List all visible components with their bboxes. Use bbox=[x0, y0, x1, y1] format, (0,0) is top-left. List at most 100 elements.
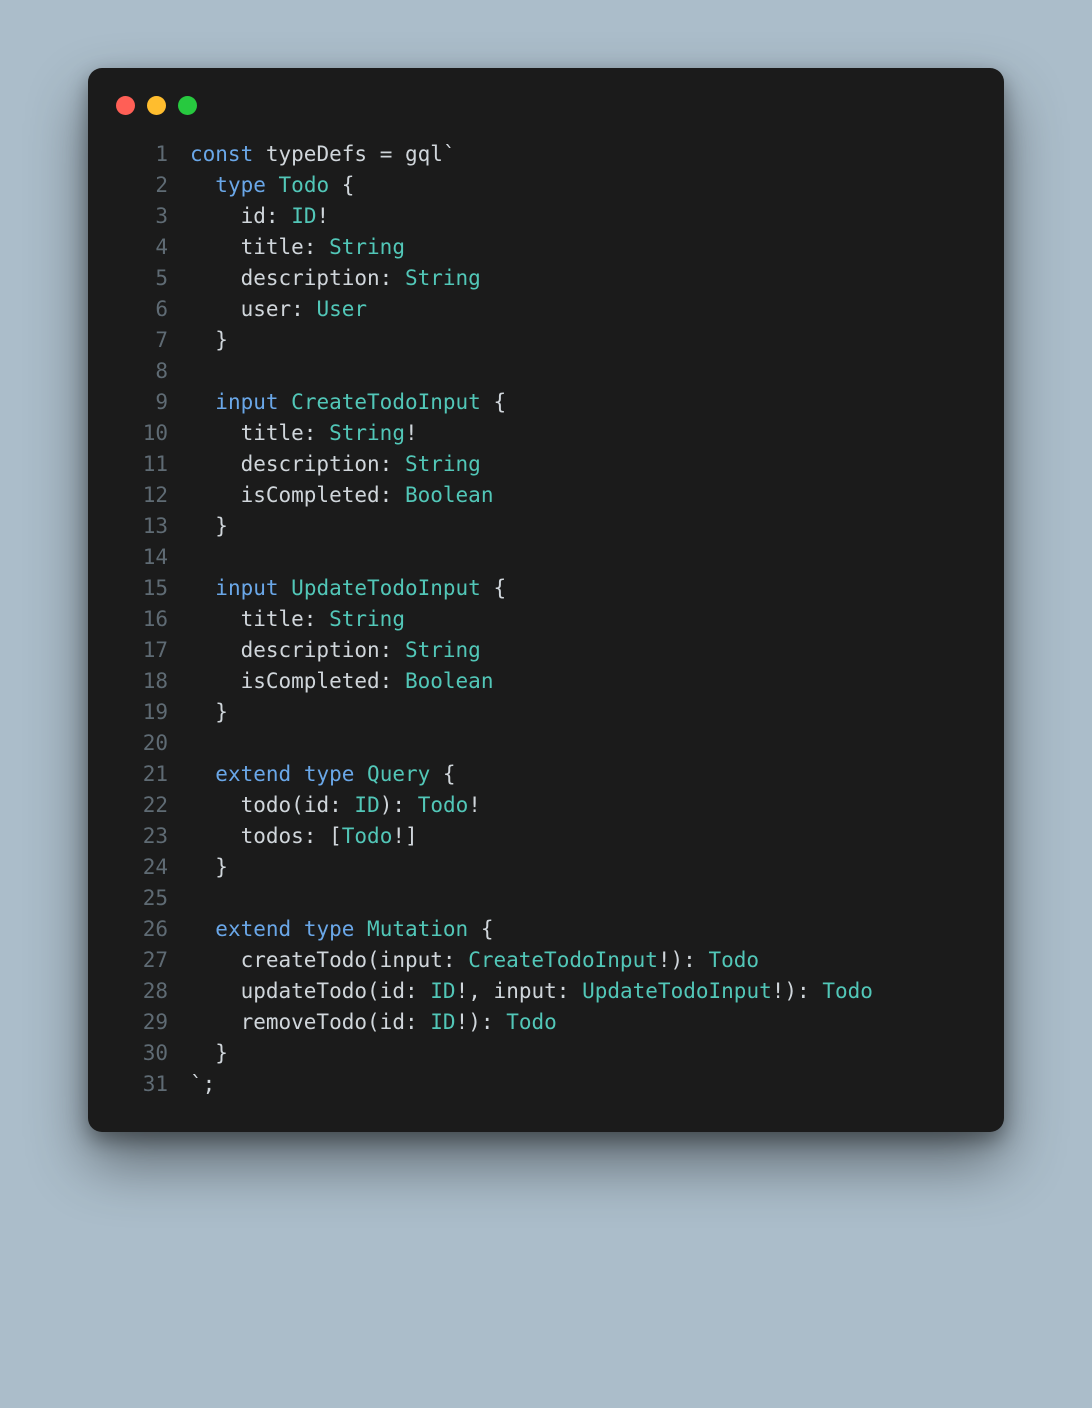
line-content: input UpdateTodoInput { bbox=[190, 573, 506, 604]
line-content: isCompleted: Boolean bbox=[190, 666, 493, 697]
token-type: ID bbox=[430, 1010, 455, 1034]
token-field: isCompleted bbox=[241, 483, 380, 507]
token-field: input bbox=[380, 948, 443, 972]
line-content: title: String bbox=[190, 232, 405, 263]
token-type: Boolean bbox=[405, 483, 494, 507]
code-line[interactable]: 14 bbox=[112, 542, 980, 573]
code-line[interactable]: 5 description: String bbox=[112, 263, 980, 294]
token-op: ! bbox=[468, 793, 481, 817]
token-plain bbox=[190, 421, 241, 445]
code-line[interactable]: 29 removeTodo(id: ID!): Todo bbox=[112, 1007, 980, 1038]
token-punc: : bbox=[405, 1010, 418, 1034]
line-content: updateTodo(id: ID!, input: UpdateTodoInp… bbox=[190, 976, 873, 1007]
token-punc: : bbox=[481, 1010, 494, 1034]
minimize-icon[interactable] bbox=[147, 96, 166, 115]
line-number: 4 bbox=[112, 232, 190, 263]
token-type: Mutation bbox=[367, 917, 468, 941]
code-line[interactable]: 26 extend type Mutation { bbox=[112, 914, 980, 945]
token-punc: : bbox=[557, 979, 570, 1003]
token-str: ` bbox=[443, 142, 456, 166]
token-type: CreateTodoInput bbox=[291, 390, 481, 414]
token-field: title bbox=[241, 421, 304, 445]
token-punc: ; bbox=[203, 1072, 216, 1096]
window-traffic-lights bbox=[112, 96, 980, 139]
token-plain bbox=[494, 1010, 507, 1034]
token-punc: : bbox=[380, 669, 393, 693]
code-line[interactable]: 22 todo(id: ID): Todo! bbox=[112, 790, 980, 821]
token-type: String bbox=[329, 421, 405, 445]
token-field: description bbox=[241, 266, 380, 290]
token-punc: , bbox=[468, 979, 481, 1003]
token-field: todo bbox=[241, 793, 292, 817]
code-line[interactable]: 13 } bbox=[112, 511, 980, 542]
code-line[interactable]: 10 title: String! bbox=[112, 418, 980, 449]
token-plain bbox=[569, 979, 582, 1003]
token-punc: : bbox=[380, 266, 393, 290]
token-plain bbox=[392, 638, 405, 662]
line-number: 19 bbox=[112, 697, 190, 728]
token-op: ! bbox=[392, 824, 405, 848]
token-field: todos bbox=[241, 824, 304, 848]
token-type: Todo bbox=[418, 793, 469, 817]
token-type: Todo bbox=[506, 1010, 557, 1034]
token-brace: } bbox=[215, 700, 228, 724]
line-number: 31 bbox=[112, 1069, 190, 1100]
token-kw: type bbox=[304, 917, 355, 941]
token-type: String bbox=[405, 638, 481, 662]
code-line[interactable]: 20 bbox=[112, 728, 980, 759]
token-brace: { bbox=[443, 762, 456, 786]
code-line[interactable]: 17 description: String bbox=[112, 635, 980, 666]
token-plain bbox=[392, 669, 405, 693]
code-line[interactable]: 7 } bbox=[112, 325, 980, 356]
code-line[interactable]: 23 todos: [Todo!] bbox=[112, 821, 980, 852]
token-punc: : bbox=[405, 979, 418, 1003]
code-line[interactable]: 3 id: ID! bbox=[112, 201, 980, 232]
code-line[interactable]: 30 } bbox=[112, 1038, 980, 1069]
line-content: } bbox=[190, 697, 228, 728]
line-number: 12 bbox=[112, 480, 190, 511]
token-field: id bbox=[380, 979, 405, 1003]
code-editor[interactable]: 1const typeDefs = gql`2 type Todo {3 id:… bbox=[112, 139, 980, 1100]
code-line[interactable]: 11 description: String bbox=[112, 449, 980, 480]
token-brace: { bbox=[493, 576, 506, 600]
token-plain bbox=[190, 948, 241, 972]
code-line[interactable]: 24 } bbox=[112, 852, 980, 883]
code-line[interactable]: 27 createTodo(input: CreateTodoInput!): … bbox=[112, 945, 980, 976]
token-field: title bbox=[241, 235, 304, 259]
line-number: 14 bbox=[112, 542, 190, 573]
code-line[interactable]: 12 isCompleted: Boolean bbox=[112, 480, 980, 511]
token-plain bbox=[316, 824, 329, 848]
token-plain bbox=[190, 483, 241, 507]
token-type: Todo bbox=[708, 948, 759, 972]
token-type: ID bbox=[430, 979, 455, 1003]
close-icon[interactable] bbox=[116, 96, 135, 115]
token-plain bbox=[481, 576, 494, 600]
code-line[interactable]: 18 isCompleted: Boolean bbox=[112, 666, 980, 697]
token-punc: ( bbox=[367, 948, 380, 972]
code-line[interactable]: 19 } bbox=[112, 697, 980, 728]
code-line[interactable]: 16 title: String bbox=[112, 604, 980, 635]
code-line[interactable]: 4 title: String bbox=[112, 232, 980, 263]
code-line[interactable]: 15 input UpdateTodoInput { bbox=[112, 573, 980, 604]
code-line[interactable]: 1const typeDefs = gql` bbox=[112, 139, 980, 170]
token-plain bbox=[291, 917, 304, 941]
token-punc: : bbox=[443, 948, 456, 972]
token-plain bbox=[696, 948, 709, 972]
token-type: Todo bbox=[822, 979, 873, 1003]
code-line[interactable]: 8 bbox=[112, 356, 980, 387]
token-plain bbox=[810, 979, 823, 1003]
code-line[interactable]: 9 input CreateTodoInput { bbox=[112, 387, 980, 418]
code-line[interactable]: 28 updateTodo(id: ID!, input: UpdateTodo… bbox=[112, 976, 980, 1007]
code-line[interactable]: 25 bbox=[112, 883, 980, 914]
code-line[interactable]: 2 type Todo { bbox=[112, 170, 980, 201]
token-type: String bbox=[405, 266, 481, 290]
line-number: 13 bbox=[112, 511, 190, 542]
token-op: ! bbox=[405, 421, 418, 445]
token-type: Todo bbox=[342, 824, 393, 848]
line-number: 11 bbox=[112, 449, 190, 480]
code-line[interactable]: 21 extend type Query { bbox=[112, 759, 980, 790]
code-line[interactable]: 6 user: User bbox=[112, 294, 980, 325]
token-plain bbox=[190, 204, 241, 228]
zoom-icon[interactable] bbox=[178, 96, 197, 115]
code-line[interactable]: 31`; bbox=[112, 1069, 980, 1100]
